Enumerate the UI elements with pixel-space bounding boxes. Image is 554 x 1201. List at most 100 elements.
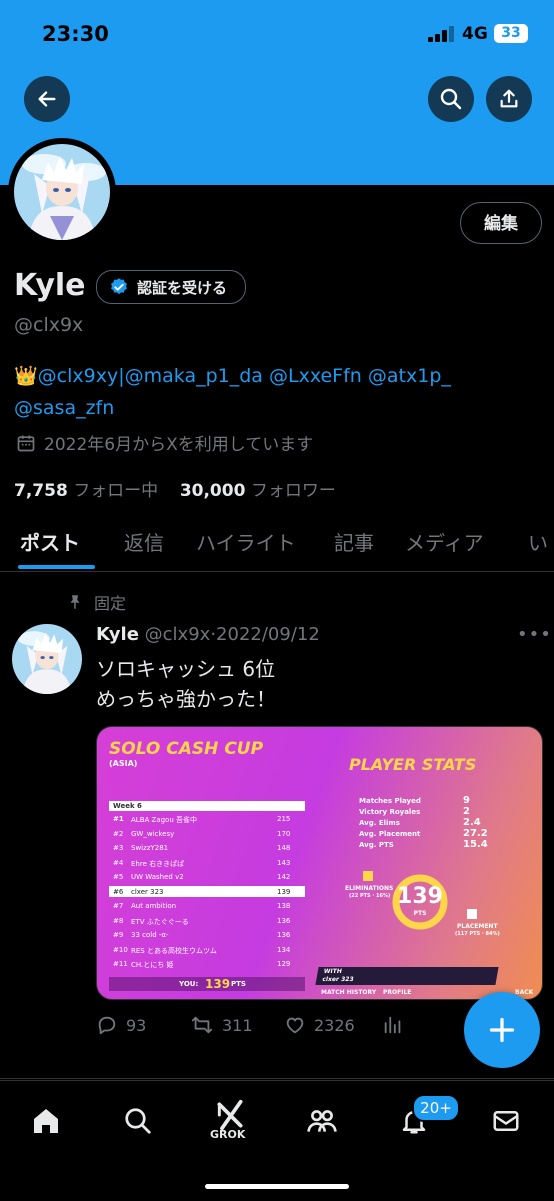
leaderboard-row: #10 RES とある高校生ウムツム 134	[109, 944, 305, 955]
nav-search[interactable]	[118, 1101, 158, 1141]
edit-profile-button[interactable]: 編集	[460, 202, 542, 244]
tweet-author-handle[interactable]: @clx9x	[145, 624, 211, 645]
profile-avatar[interactable]	[8, 138, 116, 246]
search-button[interactable]	[428, 76, 474, 122]
arrow-left-icon	[38, 91, 56, 107]
signal-icon	[428, 26, 454, 42]
you-pts-label: PTS	[231, 980, 246, 988]
get-verified-label: 認証を受ける	[137, 278, 228, 297]
leaderboard-name: ETV ふたぐぐーる	[131, 917, 189, 926]
plus-icon	[489, 1017, 515, 1043]
active-tab-indicator	[18, 565, 95, 569]
share-button[interactable]	[486, 76, 532, 122]
nav-messages[interactable]	[486, 1101, 526, 1141]
leaderboard-name: Ehre 右ききぱぱ	[131, 859, 185, 868]
tweet-date[interactable]: 2022/09/12	[216, 624, 320, 645]
get-verified-button[interactable]: 認証を受ける	[96, 270, 247, 304]
leaderboard-name: SwizzY281	[131, 844, 169, 852]
retweet-button[interactable]: 311	[190, 1014, 253, 1036]
placement-icon	[467, 909, 477, 919]
heart-icon	[286, 1017, 304, 1034]
match-history-label: MATCH HISTORY	[321, 989, 377, 996]
tab-replies[interactable]: 返信	[124, 527, 164, 556]
stat-value: 2.4	[463, 817, 481, 828]
followers-link[interactable]: 30,000 フォロワー	[180, 481, 336, 501]
leaderboard-name: ALBA Zagou 吾雀中	[131, 816, 197, 824]
leaderboard-row: #5 UW Washed v2 142	[109, 871, 305, 882]
more-options-icon[interactable]: •••	[517, 624, 552, 645]
leaderboard-rank: #2	[113, 829, 124, 838]
pin-icon	[70, 595, 80, 609]
reply-icon	[98, 1016, 116, 1035]
leaderboard-row: #2 GW_wickesy 170	[109, 828, 305, 839]
leaderboard-pts: 136	[277, 916, 291, 925]
join-date: 2022年6月からXを利用しています	[16, 430, 313, 455]
leaderboard-row: #9 33 cold -α- 136	[109, 929, 305, 940]
leaderboard-pts: 143	[277, 858, 291, 867]
bio-link[interactable]: @sasa_zfn	[14, 397, 114, 419]
leaderboard-row: #7 Aut ambition 138	[109, 900, 305, 911]
verified-badge-icon	[111, 278, 127, 295]
leaderboard-pts: 134	[277, 945, 291, 954]
tab-articles[interactable]: 記事	[334, 527, 374, 556]
tab-posts[interactable]: ポスト	[20, 527, 80, 556]
compose-button[interactable]	[464, 992, 540, 1068]
reply-button[interactable]: 93	[96, 1014, 146, 1036]
tweet-avatar[interactable]	[12, 624, 82, 694]
placement-label: PLACEMENT	[457, 923, 498, 930]
bio-link[interactable]: @clx9xy	[38, 365, 119, 387]
media-stats-title: PLAYER STATS	[349, 755, 477, 774]
tab-highlights[interactable]: ハイライト	[196, 527, 296, 556]
leaderboard-name: GW_wickesy	[131, 829, 175, 838]
eliminations-icon	[363, 871, 373, 881]
bio-link[interactable]: @LxxeFfn	[269, 365, 362, 387]
tab-likes[interactable]: い	[528, 527, 548, 556]
stat-label: Avg. PTS	[359, 841, 394, 849]
profile-label: PROFILE	[383, 989, 412, 996]
stat-label: Avg. Placement	[359, 830, 421, 838]
stat-value: 15.4	[463, 839, 488, 850]
you-bar: YOU: 139 PTS	[109, 977, 305, 991]
leaderboard-rank: #3	[113, 844, 124, 852]
avatar-image	[14, 144, 110, 240]
leaderboard-rank: #11	[113, 960, 128, 968]
tweet-media-image[interactable]: SOLO CASH CUP (ASIA) PLAYER STATS Week 6…	[96, 726, 543, 1000]
leaderboard-name: 33 cold -α-	[131, 931, 169, 939]
views-button[interactable]	[382, 1014, 404, 1036]
search-icon	[125, 1108, 151, 1134]
leaderboard-pts: 129	[277, 960, 291, 968]
follow-stats: 7,758 フォロー中 30,000 フォロワー	[14, 476, 336, 501]
stat-value: 27.2	[463, 828, 488, 839]
week-label: Week 6	[113, 802, 142, 810]
media-title: SOLO CASH CUP	[109, 739, 264, 759]
bio-link[interactable]: @maka_p1_da	[125, 365, 263, 387]
bio-link[interactable]: @atx1p_	[368, 365, 451, 387]
following-count: 7,758	[14, 481, 68, 501]
communities-icon	[307, 1110, 337, 1132]
total-points: 139	[397, 884, 443, 909]
leaderboard-row: #1 ALBA Zagou 吾雀中 215	[109, 813, 305, 824]
leaderboard-pts: 139	[277, 887, 291, 896]
reply-count: 93	[126, 1015, 147, 1035]
tab-media[interactable]: メディア	[405, 527, 484, 556]
leaderboard-pts: 142	[277, 873, 291, 881]
notification-badge: 20+	[412, 1094, 460, 1122]
nav-communities[interactable]	[302, 1101, 342, 1141]
nav-home[interactable]	[26, 1101, 66, 1141]
stat-value: 2	[463, 806, 470, 817]
with-label: WITH	[323, 968, 343, 975]
tweet-text: ソロキャッシュ 6位 めっちゃ強かった！	[96, 654, 276, 714]
share-icon	[500, 89, 518, 108]
leaderboard-pts: 148	[277, 844, 291, 852]
like-button[interactable]: 2326	[284, 1014, 355, 1036]
back-button[interactable]	[24, 76, 70, 122]
leaderboard-name: RES とある高校生ウムツム	[131, 946, 217, 955]
stat-label: Avg. Elims	[359, 819, 400, 827]
home-indicator	[205, 1184, 349, 1189]
following-link[interactable]: 7,758 フォロー中	[14, 481, 158, 501]
with-panel: WITH clxer 323	[315, 967, 499, 985]
tweet-author-name[interactable]: Kyle	[96, 624, 139, 645]
grok-label: GROK	[210, 1128, 246, 1141]
week-header-bar: Week 6	[109, 801, 305, 811]
leaderboard-rank: #6	[113, 887, 124, 896]
